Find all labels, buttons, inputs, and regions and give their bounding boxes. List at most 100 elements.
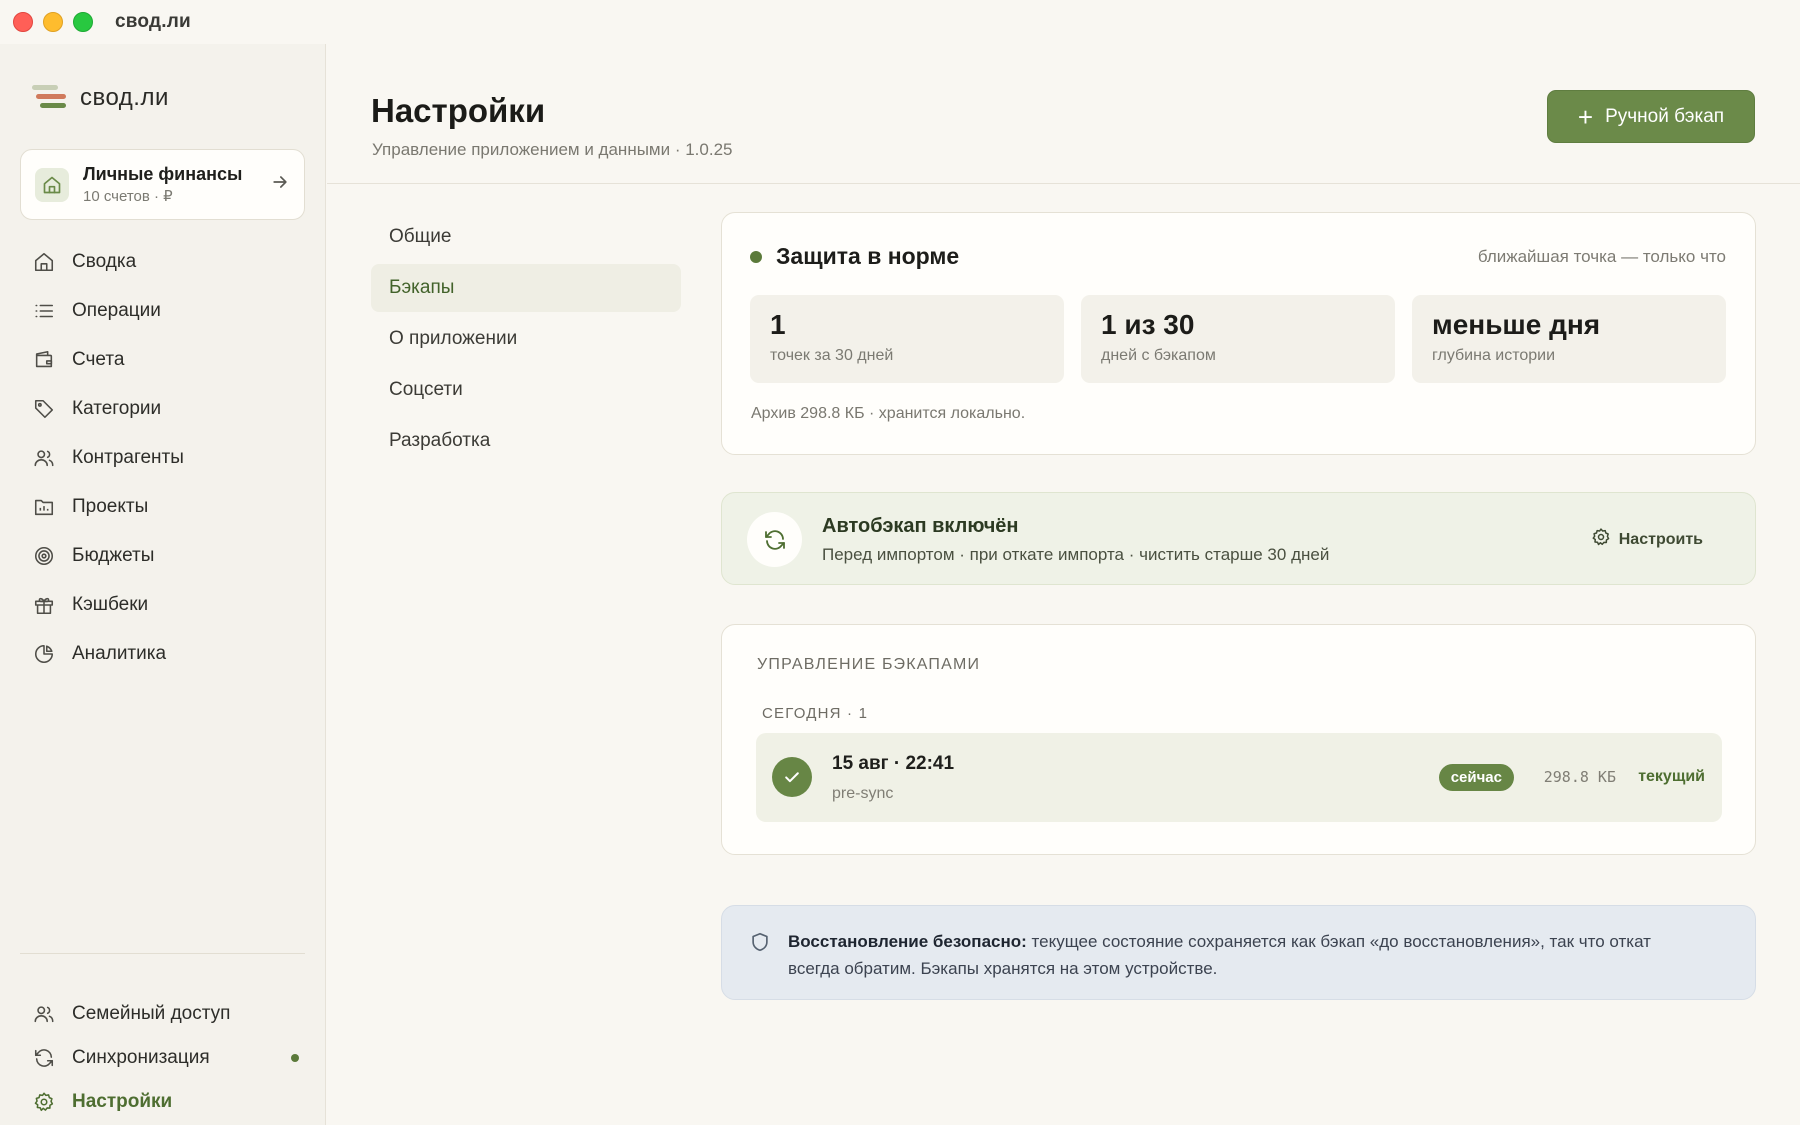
sidebar-item-cashback[interactable]: Кэшбеки <box>32 580 302 629</box>
section-title: УПРАВЛЕНИЕ БЭКАПАМИ <box>757 656 981 673</box>
sidebar-item-counterparties[interactable]: Контрагенты <box>32 433 302 482</box>
subnav-item-social[interactable]: Соцсети <box>371 366 681 414</box>
sidebar-item-family-access[interactable]: Семейный доступ <box>32 992 302 1036</box>
archive-info: Архив 298.8 КБ · хранится локально. <box>751 405 1026 422</box>
now-badge: сейчас <box>1438 764 1514 791</box>
gear-icon <box>32 1090 56 1114</box>
subnav-item-about[interactable]: О приложении <box>371 315 681 363</box>
home-icon <box>35 167 69 202</box>
stat-value: 1 из 30 <box>1101 309 1195 340</box>
zoom-window-button[interactable] <box>73 12 93 32</box>
brand[interactable]: свод.ли <box>32 84 169 112</box>
stat-points: 1 точек за 30 дней <box>750 295 1064 383</box>
close-window-button[interactable] <box>13 12 33 32</box>
settings-subnav: Общие Бэкапы О приложении Соцсети Разраб… <box>371 213 681 468</box>
stat-days: 1 из 30 дней с бэкапом <box>1081 295 1395 383</box>
subnav-item-backups[interactable]: Бэкапы <box>371 264 681 312</box>
backup-reason: pre-sync <box>832 785 894 802</box>
arrow-right-icon <box>270 172 290 198</box>
sidebar-item-label: Контрагенты <box>72 446 184 468</box>
logo-icon <box>32 85 66 111</box>
protection-status-card: Защита в норме ближайшая точка — только … <box>721 212 1756 455</box>
wallet-icon <box>32 348 56 372</box>
sidebar-item-label: Аналитика <box>72 642 167 664</box>
app-window: свод.ли свод.ли Личные финансы 10 счетов… <box>0 0 1800 1125</box>
configure-autobackup-button[interactable]: Настроить <box>1591 527 1703 552</box>
stat-label: точек за 30 дней <box>770 347 894 364</box>
sidebar-item-budgets[interactable]: Бюджеты <box>32 531 302 580</box>
autobackup-subtitle: Перед импортом · при откате импорта · чи… <box>822 545 1330 564</box>
subnav-item-general[interactable]: Общие <box>371 213 681 261</box>
sidebar-item-label: Категории <box>72 397 162 419</box>
sidebar-item-label: Операции <box>72 299 161 321</box>
main-nav: Сводка Операции Счета Категории Контраге… <box>32 237 302 678</box>
gift-icon <box>32 593 56 617</box>
sidebar-item-label: Настройки <box>72 1091 173 1112</box>
status-title: Защита в норме <box>776 243 960 269</box>
sidebar-item-label: Счета <box>72 348 125 370</box>
manual-backup-label: Ручной бэкап <box>1605 105 1725 127</box>
workspace-switcher[interactable]: Личные финансы 10 счетов · ₽ <box>20 149 305 220</box>
nearest-point-text: ближайшая точка — только что <box>1477 247 1726 266</box>
sidebar-item-settings[interactable]: Настройки <box>32 1080 302 1124</box>
backup-row[interactable]: 15 авг · 22:41 pre-sync сейчас 298.8 КБ … <box>756 733 1722 822</box>
stat-label: дней с бэкапом <box>1101 347 1216 364</box>
manual-backup-button[interactable]: + Ручной бэкап <box>1547 90 1755 143</box>
shield-icon <box>749 931 771 958</box>
list-icon <box>32 299 56 323</box>
stat-label: глубина истории <box>1432 347 1556 364</box>
restore-info-text: Восстановление безопасно: текущее состоя… <box>788 928 1688 982</box>
refresh-icon <box>747 512 802 567</box>
window-controls <box>13 12 93 32</box>
users-icon <box>32 446 56 470</box>
backup-management-card: УПРАВЛЕНИЕ БЭКАПАМИ СЕГОДНЯ · 1 15 авг ·… <box>721 624 1756 855</box>
page-title: Настройки <box>371 92 546 129</box>
backup-size: 298.8 КБ <box>1543 768 1616 786</box>
restore-info-card: Восстановление безопасно: текущее состоя… <box>721 905 1756 1000</box>
sidebar-item-label: Синхронизация <box>72 1047 210 1068</box>
sidebar-item-projects[interactable]: Проекты <box>32 482 302 531</box>
home-icon <box>32 250 56 274</box>
tag-icon <box>32 397 56 421</box>
sidebar-item-label: Сводка <box>72 250 137 272</box>
sidebar-item-sync[interactable]: Синхронизация <box>32 1036 302 1080</box>
workspace-title: Личные финансы <box>83 164 243 184</box>
backup-status: текущий <box>1638 768 1705 785</box>
group-title: СЕГОДНЯ · 1 <box>762 705 869 722</box>
sidebar: свод.ли Личные финансы 10 счетов · ₽ Сво… <box>0 44 326 1125</box>
sidebar-item-analytics[interactable]: Аналитика <box>32 629 302 678</box>
sidebar-item-summary[interactable]: Сводка <box>32 237 302 286</box>
sidebar-item-accounts[interactable]: Счета <box>32 335 302 384</box>
users-icon <box>32 1002 56 1026</box>
sidebar-item-label: Бюджеты <box>72 544 155 566</box>
page-subtitle: Управление приложением и данными · 1.0.2… <box>372 140 733 159</box>
configure-label: Настроить <box>1618 530 1703 548</box>
sync-status-dot <box>291 1054 299 1062</box>
plus-icon: + <box>1577 101 1594 132</box>
brand-name: свод.ли <box>80 84 169 111</box>
subnav-item-development[interactable]: Разработка <box>371 417 681 465</box>
main-content: Настройки Управление приложением и данны… <box>327 44 1800 1125</box>
sidebar-item-categories[interactable]: Категории <box>32 384 302 433</box>
status-dot <box>750 250 762 263</box>
autobackup-card: Автобэкап включён Перед импортом · при о… <box>721 492 1756 585</box>
title-bar: свод.ли <box>0 0 1800 44</box>
minimize-window-button[interactable] <box>43 12 63 32</box>
workspace-subtitle: 10 счетов · ₽ <box>83 188 173 205</box>
sidebar-divider <box>20 953 305 954</box>
pie-chart-icon <box>32 642 56 666</box>
target-icon <box>32 544 56 568</box>
stat-value: меньше дня <box>1432 309 1601 340</box>
stat-depth: меньше дня глубина истории <box>1412 295 1726 383</box>
stats-row: 1 точек за 30 дней 1 из 30 дней с бэкапо… <box>750 295 1726 383</box>
window-title: свод.ли <box>115 11 191 32</box>
sidebar-item-label: Проекты <box>72 495 149 517</box>
backup-title: 15 авг · 22:41 <box>832 753 955 774</box>
sync-icon <box>32 1046 56 1070</box>
sidebar-item-label: Семейный доступ <box>72 1003 231 1024</box>
bottom-nav: Семейный доступ Синхронизация Настройки <box>32 992 302 1124</box>
sidebar-item-label: Кэшбеки <box>72 593 149 615</box>
stat-value: 1 <box>770 309 786 340</box>
sidebar-item-operations[interactable]: Операции <box>32 286 302 335</box>
folder-chart-icon <box>32 495 56 519</box>
